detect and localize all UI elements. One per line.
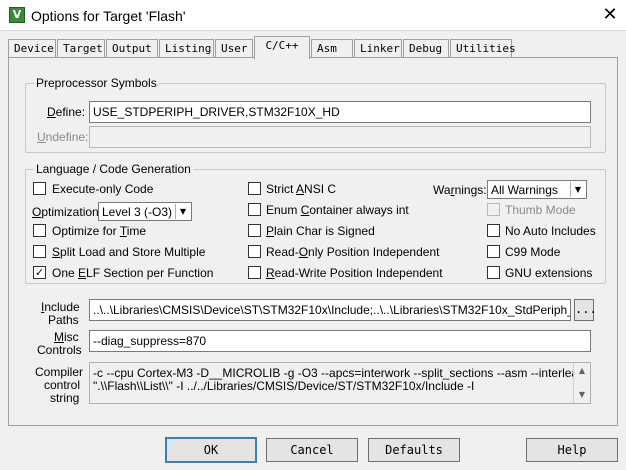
- defaults-button[interactable]: Defaults: [368, 438, 460, 462]
- tab-device[interactable]: Device: [8, 39, 56, 58]
- no-auto-includes-label: No Auto Includes: [505, 224, 596, 238]
- compiler-control-line2: ".\\Flash\\List\\" -I ../../Libraries/CM…: [93, 379, 475, 393]
- ro-pi-label: Read-Only Position Independent: [266, 245, 440, 259]
- tab-utilities[interactable]: Utilities: [450, 39, 516, 58]
- cpp-options-pane: Preprocessor Symbols Define: USE_STDPERI…: [8, 57, 618, 426]
- scroll-up-icon[interactable]: ▲: [574, 363, 590, 379]
- chevron-down-icon: ▼: [175, 204, 190, 219]
- misc-controls-label-line2: Controls: [37, 343, 82, 357]
- thumb-mode-label: Thumb Mode: [505, 203, 576, 217]
- execute-only-label: Execute-only Code: [52, 182, 154, 196]
- preprocessor-group-label: Preprocessor Symbols: [34, 76, 159, 90]
- language-group-label: Language / Code Generation: [34, 162, 193, 176]
- window-title: Options for Target 'Flash': [31, 8, 186, 24]
- tab-output[interactable]: Output: [106, 39, 158, 58]
- tab-linker[interactable]: Linker: [354, 39, 402, 58]
- one-elf-checkbox[interactable]: ✓: [33, 266, 46, 279]
- compiler-control-scrollbar[interactable]: ▲ ▼: [573, 363, 590, 403]
- warnings-select[interactable]: All Warnings ▼: [487, 180, 587, 199]
- chevron-down-icon: ▼: [570, 182, 585, 197]
- tab-c-cpp[interactable]: C/C++: [254, 36, 310, 59]
- thumb-mode-checkbox[interactable]: [487, 203, 500, 216]
- tab-listing[interactable]: Listing: [159, 39, 214, 58]
- execute-only-checkbox[interactable]: [33, 182, 46, 195]
- no-auto-includes-checkbox[interactable]: [487, 224, 500, 237]
- split-load-label: Split Load and Store Multiple: [52, 245, 206, 259]
- gnu-extensions-checkbox[interactable]: [487, 266, 500, 279]
- split-load-checkbox[interactable]: [33, 245, 46, 258]
- gnu-extensions-label: GNU extensions: [505, 266, 593, 280]
- help-button[interactable]: Help: [526, 438, 618, 462]
- rw-pi-label: Read-Write Position Independent: [266, 266, 443, 280]
- title-bar: V Options for Target 'Flash' ✕: [0, 0, 626, 31]
- include-paths-input[interactable]: ..\..\Libraries\CMSIS\Device\ST\STM32F10…: [89, 299, 571, 321]
- undefine-input[interactable]: [89, 126, 591, 148]
- define-input[interactable]: USE_STDPERIPH_DRIVER,STM32F10X_HD: [89, 101, 591, 123]
- tab-user[interactable]: User: [215, 39, 253, 58]
- plain-char-label: Plain Char is Signed: [266, 224, 375, 238]
- tab-strip: Device Target Output Listing User C/C++ …: [8, 36, 618, 59]
- tab-asm[interactable]: Asm: [311, 39, 353, 58]
- warnings-label: Warnings:: [433, 183, 487, 197]
- check-icon: ✓: [34, 266, 45, 279]
- tab-debug[interactable]: Debug: [403, 39, 449, 58]
- ro-pi-checkbox[interactable]: [248, 245, 261, 258]
- compiler-control-label-line3: string: [50, 391, 80, 405]
- warnings-value: All Warnings: [491, 183, 558, 197]
- optimization-label: Optimization:: [32, 205, 103, 219]
- optimization-select[interactable]: Level 3 (-O3) ▼: [98, 202, 192, 221]
- enum-container-label: Enum Container always int: [266, 203, 409, 217]
- app-icon: V: [9, 7, 25, 23]
- optimize-time-checkbox[interactable]: [33, 224, 46, 237]
- rw-pi-checkbox[interactable]: [248, 266, 261, 279]
- scroll-down-icon[interactable]: ▼: [574, 387, 590, 403]
- cancel-button[interactable]: Cancel: [266, 438, 358, 462]
- compiler-control-textbox[interactable]: -c --cpu Cortex-M3 -D__MICROLIB -g -O3 -…: [89, 362, 591, 404]
- compiler-control-label-line2: control: [44, 378, 81, 392]
- optimization-value: Level 3 (-O3): [102, 205, 173, 219]
- misc-controls-label-line1: Misc: [54, 330, 79, 344]
- one-elf-label: One ELF Section per Function: [52, 266, 214, 280]
- strict-ansi-checkbox[interactable]: [248, 182, 261, 195]
- include-paths-label-line2: Paths: [48, 313, 79, 327]
- misc-controls-input[interactable]: --diag_suppress=870: [89, 330, 591, 352]
- enum-container-checkbox[interactable]: [248, 203, 261, 216]
- include-paths-label-line1: Include: [41, 300, 80, 314]
- c99-mode-label: C99 Mode: [505, 245, 561, 259]
- tab-target[interactable]: Target: [57, 39, 105, 58]
- c99-mode-checkbox[interactable]: [487, 245, 500, 258]
- include-paths-browse-button[interactable]: ...: [574, 299, 597, 321]
- define-label: Define:: [47, 105, 86, 119]
- optimize-time-label: Optimize for Time: [52, 224, 147, 238]
- strict-ansi-label: Strict ANSI C: [266, 182, 337, 196]
- undefine-label: Undefine:: [37, 130, 89, 144]
- compiler-control-label-line1: Compiler: [35, 365, 84, 379]
- plain-char-checkbox[interactable]: [248, 224, 261, 237]
- compiler-control-line1: -c --cpu Cortex-M3 -D__MICROLIB -g -O3 -…: [93, 366, 591, 380]
- ok-button[interactable]: OK: [165, 437, 257, 463]
- close-icon[interactable]: ✕: [598, 4, 622, 26]
